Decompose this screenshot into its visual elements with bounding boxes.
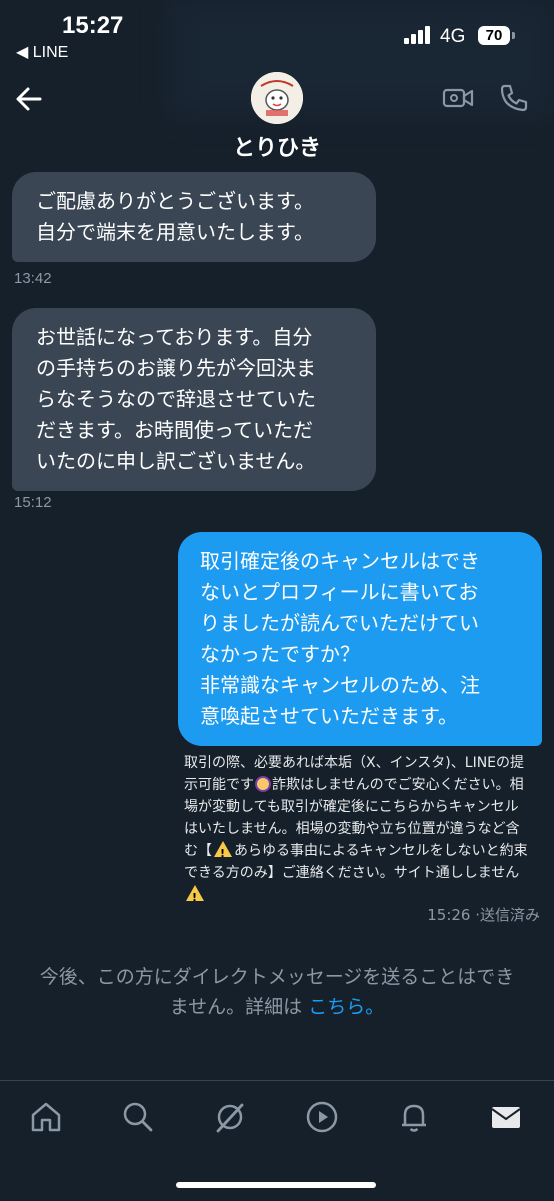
grok-icon[interactable]: [212, 1099, 248, 1135]
note-text: あらゆる事由によるキャンセルをしないと約束: [234, 843, 528, 859]
note-line: 場が変動しても取引が確定後にこちらからキャンセル: [184, 799, 519, 815]
search-icon[interactable]: [120, 1099, 156, 1135]
note-line: はいたしません。相場の変動や立ち位置が違うなど含: [184, 821, 520, 837]
back-to-line-link[interactable]: ◀ LINE: [16, 42, 68, 62]
message-line: 非常識なキャンセルのため、注: [200, 673, 480, 697]
message-timestamp: 15:12: [14, 494, 52, 511]
note-text: む【: [184, 843, 212, 859]
message-line: なかったですか？: [200, 642, 360, 666]
battery-icon: 70: [478, 26, 510, 45]
message-line: 意喚起させていただきます。: [200, 704, 458, 728]
details-link[interactable]: こちら: [308, 996, 365, 1018]
message-line: 自分で端末を用意いたします。: [36, 220, 314, 244]
notice-line: ません。詳細は こちら。: [0, 992, 554, 1022]
message-line: お世話になっております。自分: [36, 325, 313, 349]
warning-icon: [214, 841, 232, 865]
message-line: りましたが読んでいただけてい: [200, 611, 479, 635]
outgoing-message-bubble[interactable]: 取引確定後のキャンセルはでき ないとプロフィールに書いてお りましたが読んでいた…: [178, 532, 542, 746]
contact-name: とりひき: [232, 136, 321, 161]
mail-icon[interactable]: [488, 1099, 524, 1135]
battery-cap: [512, 32, 515, 39]
message-line: いたのに申し訳ございません。: [36, 449, 316, 473]
sent-status: 15:26 ·送信済み: [427, 906, 540, 924]
message-line: 取引確定後のキャンセルはでき: [200, 549, 480, 573]
phone-icon[interactable]: [498, 82, 530, 114]
message-line: だきます。お時間使っていただ: [36, 418, 313, 442]
incoming-message-bubble[interactable]: ご配慮ありがとうございます。 自分で端末を用意いたします。: [12, 172, 376, 262]
notice-line: 今後、この方にダイレクトメッセージを送ることはでき: [39, 966, 515, 988]
signal-icon: [404, 24, 434, 44]
home-indicator: [176, 1182, 376, 1188]
status-time: 15:27: [62, 12, 124, 39]
message-line: らなそうなので辞退させていた: [36, 387, 316, 411]
note-line: できる方のみ】ご連絡ください。サイト通ししません: [184, 865, 520, 881]
note-line: [184, 884, 544, 909]
warning-icon: [186, 885, 204, 909]
status-bar: 15:27 ◀ LINE 4G 70: [0, 0, 554, 70]
note-text: 示可能です: [184, 777, 254, 793]
play-icon[interactable]: [304, 1099, 340, 1135]
incoming-message-bubble[interactable]: お世話になっております。自分 の手持ちのお譲り先が今回決ま らなそうなので辞退さ…: [12, 308, 376, 491]
bell-icon[interactable]: [396, 1099, 432, 1135]
back-arrow-icon[interactable]: [14, 84, 44, 114]
message-line: ご配慮ありがとうございます。: [36, 189, 314, 213]
note-line: 示可能です 詐欺はしませんのでご安心ください。相: [184, 774, 544, 796]
message-line: の手持ちのお譲り先が今回決ま: [36, 356, 316, 380]
home-icon[interactable]: [28, 1099, 64, 1135]
notice-text: ません。詳細は: [169, 996, 309, 1018]
network-type: 4G: [440, 26, 466, 47]
message-timestamp: 13:42: [14, 270, 52, 287]
note-text: 詐欺はしませんのでご安心ください。相: [272, 777, 524, 793]
note-line: む【 あらゆる事由によるキャンセルをしないと約束: [184, 840, 544, 865]
avatar[interactable]: [251, 72, 303, 124]
face-emoji-icon: [255, 776, 271, 792]
dm-restriction-notice: 今後、この方にダイレクトメッセージを送ることはでき ません。詳細は こちら。: [0, 962, 554, 1022]
note-line: 取引の際、必要あれば本垢（X、インスタ)、LINEの提: [184, 755, 525, 771]
message-line: ないとプロフィールに書いてお: [200, 580, 479, 604]
notice-text: 。: [365, 996, 385, 1018]
video-call-icon[interactable]: [442, 84, 474, 112]
profile-note: 取引の際、必要あれば本垢（X、インスタ)、LINEの提 示可能です 詐欺はしません…: [184, 752, 544, 909]
